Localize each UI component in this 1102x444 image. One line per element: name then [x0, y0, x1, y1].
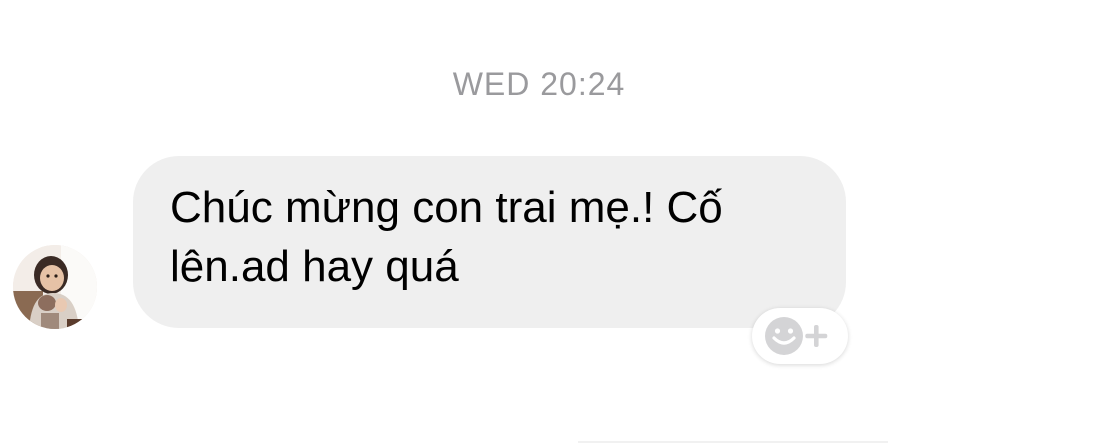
add-reaction-button[interactable] [752, 308, 848, 364]
smiley-add-icon [765, 317, 828, 355]
sender-avatar[interactable] [13, 245, 97, 329]
message-bubble[interactable]: Chúc mừng con trai mẹ.! Cố lên.ad hay qu… [133, 156, 846, 328]
divider [578, 441, 888, 443]
chat-screen: WED 20:24 Chúc mừng con trai mẹ.! Cố lên… [0, 0, 1102, 444]
avatar-photo-icon [13, 245, 97, 329]
message-timestamp: WED 20:24 [452, 66, 626, 102]
message-text: Chúc mừng con trai mẹ.! Cố lên.ad hay qu… [170, 183, 723, 291]
